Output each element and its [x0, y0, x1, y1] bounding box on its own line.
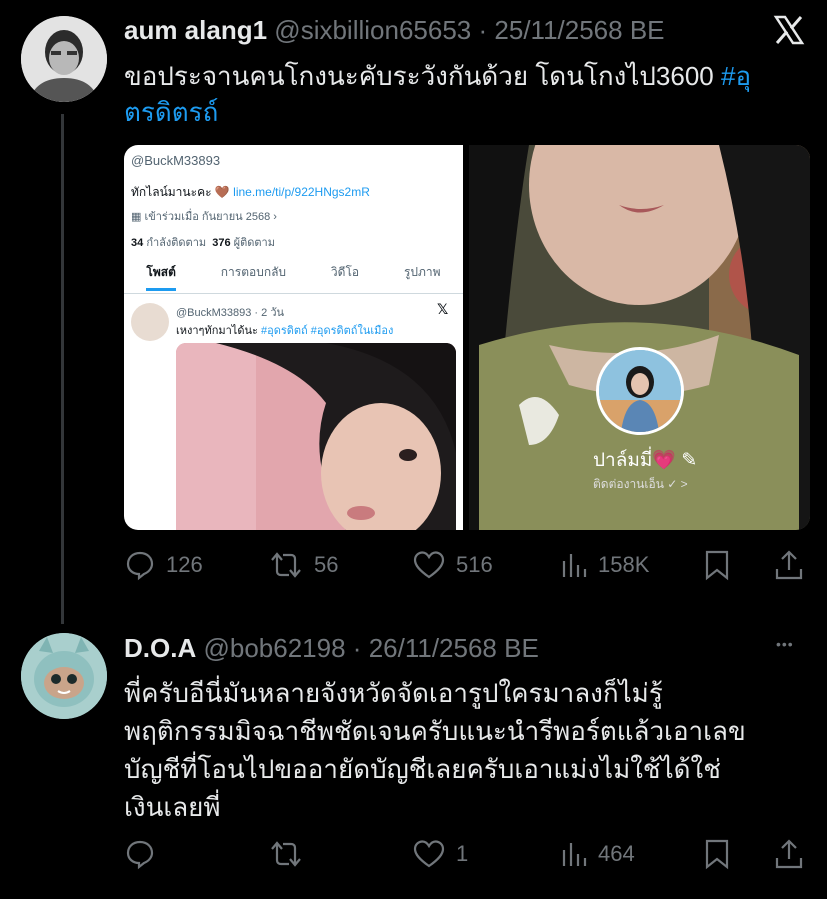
screenshot-bio: ทักไลน์มานะคะ 🤎 line.me/ti/p/922HNgs2mR: [131, 183, 370, 202]
views-button[interactable]: 158K: [560, 549, 649, 581]
like-count: 516: [456, 552, 493, 577]
like-button[interactable]: 1: [412, 838, 468, 870]
media-image-right[interactable]: ปาล์มมี่💗 ✎ ติดต่องานเอ็น ✓ >: [469, 145, 810, 530]
screenshot-joined: ▦ เข้าร่วมเมื่อ กันยายน 2568 ›: [131, 211, 277, 223]
media-image-left[interactable]: @BuckM33893 ทักไลน์มานะคะ 🤎 line.me/ti/p…: [124, 145, 463, 530]
story-avatar: [596, 347, 684, 435]
repost-count: 56: [314, 552, 339, 577]
like-count: 1: [456, 841, 469, 866]
screenshot-avatar: [131, 303, 169, 341]
reply-button[interactable]: [124, 838, 166, 870]
avatar[interactable]: [21, 16, 107, 102]
analytics-icon: [562, 843, 587, 866]
bookmark-button[interactable]: [703, 838, 731, 870]
screenshot-joined-text: เข้าร่วมเมื่อ กันยายน 2568: [144, 211, 271, 223]
analytics-icon: [562, 554, 587, 577]
views-count: 464: [598, 841, 635, 866]
bookmark-button[interactable]: [703, 549, 731, 581]
reply-icon: [126, 551, 154, 581]
tweet-text-line: พฤติกรรมมิจฉาชีพชัดเจนครับแนะนำรีพอร์ตแล…: [124, 716, 746, 746]
screenshot-tab: โพสต์: [146, 263, 176, 291]
screenshot-post-body: เหงาๆทักมาได้นะ: [176, 325, 261, 337]
screenshot-post-text: เหงาๆทักมาได้นะ #อุดรดิตถ์ #อุดรดิตถ์ในเ…: [176, 321, 393, 339]
avatar-plush-icon: [21, 633, 107, 719]
screenshot-tab: รูปภาพ: [403, 265, 441, 279]
followers-count: 376: [212, 237, 231, 249]
repost-icon: [271, 552, 301, 578]
avatar-person-icon: [21, 16, 107, 102]
pencil-icon: ✎: [681, 450, 698, 471]
handle[interactable]: @sixbillion65653: [274, 15, 471, 45]
tweet-text-line: ขอประจานคนโกงนะคับระวังกันด้วย โดนโกงไป3…: [124, 61, 721, 91]
more-options-button[interactable]: •••: [776, 636, 794, 652]
share-icon: [775, 839, 803, 869]
screenshot-bio-text: ทักไลน์มานะคะ 🤎: [131, 185, 230, 199]
story-name-text: ปาล์มมี่💗: [593, 450, 677, 471]
screenshot-follow-stats: 34 กำลังติดตาม 376 ผู้ติดตาม: [131, 233, 275, 251]
screenshot-post-handle: @BuckM33893 · 2 วัน: [176, 307, 285, 319]
repost-button[interactable]: [268, 838, 314, 870]
divider: [124, 293, 463, 294]
bookmark-icon: [705, 839, 729, 870]
views-count: 158K: [598, 552, 650, 577]
heart-icon: [413, 840, 445, 868]
tweet-text-line: บัญชีที่โอนไปขออายัดบัญชีเลยครับเอาแม่งไ…: [124, 754, 721, 784]
heart-icon: [413, 551, 445, 579]
timestamp[interactable]: 25/11/2568 BE: [494, 15, 664, 45]
bookmark-icon: [705, 550, 729, 581]
screenshot-tab: วิดีโอ: [330, 265, 360, 279]
story-name: ปาล์มมี่💗 ✎: [593, 445, 697, 475]
reply-icon: [126, 840, 154, 870]
avatar[interactable]: [21, 633, 107, 719]
views-button[interactable]: 464: [560, 838, 635, 870]
share-button[interactable]: [773, 549, 805, 581]
screenshot-tabs: โพสต์ การตอบกลับ วิดีโอ รูปภาพ: [124, 263, 463, 291]
tweet-header: D.O.A @bob62198 · 26/11/2568 BE: [124, 632, 539, 664]
tweet-text: พี่ครับอีนี่มันหลายจังหวัดจัดเอารูปใครมา…: [124, 674, 814, 826]
thread-line: [61, 114, 64, 624]
hashtag-link[interactable]: #อุ: [721, 61, 751, 91]
tweet-text-line: เงินเลยพี่: [124, 792, 221, 822]
calendar-icon: ▦: [131, 211, 145, 223]
followers-label: ผู้ติดตาม: [233, 237, 275, 249]
story-sub: ติดต่องานเอ็น ✓ >: [593, 477, 688, 491]
screenshot-handle: @BuckM33893: [131, 153, 221, 168]
tweet-text-line: พี่ครับอีนี่มันหลายจังหวัดจัดเอารูปใครมา…: [124, 678, 663, 708]
following-label: กำลังติดตาม: [146, 237, 207, 249]
screenshot-x-icon: 𝕏: [437, 301, 449, 317]
timestamp[interactable]: 26/11/2568 BE: [369, 633, 539, 663]
display-name[interactable]: aum alang1: [124, 15, 267, 45]
hashtag-link-continued[interactable]: ตรดิตรถ์: [124, 97, 218, 127]
screenshot-post-tags: #อุดรดิตถ์ #อุดรดิตถ์ในเมือง: [260, 325, 394, 337]
x-logo-icon: [773, 14, 805, 46]
repost-icon: [271, 841, 301, 867]
reply-count: 126: [166, 552, 203, 577]
handle[interactable]: @bob62198: [203, 633, 345, 663]
separator: ·: [352, 633, 362, 663]
screenshot-photo: [176, 343, 456, 530]
reply-button[interactable]: 126: [124, 549, 203, 581]
tweet-text: ขอประจานคนโกงนะคับระวังกันด้วย โดนโกงไป3…: [124, 58, 814, 130]
separator: ·: [478, 15, 488, 45]
screenshot-tab: การตอบกลับ: [220, 265, 287, 279]
share-button[interactable]: [773, 838, 805, 870]
like-button[interactable]: 516: [412, 549, 493, 581]
screenshot-bio-link: line.me/ti/p/922HNgs2mR: [233, 185, 370, 199]
share-icon: [775, 550, 803, 580]
tweet-header: aum alang1 @sixbillion65653 · 25/11/2568…: [124, 14, 665, 46]
display-name[interactable]: D.O.A: [124, 633, 196, 663]
repost-button[interactable]: 56: [268, 549, 338, 581]
following-count: 34: [131, 237, 144, 249]
